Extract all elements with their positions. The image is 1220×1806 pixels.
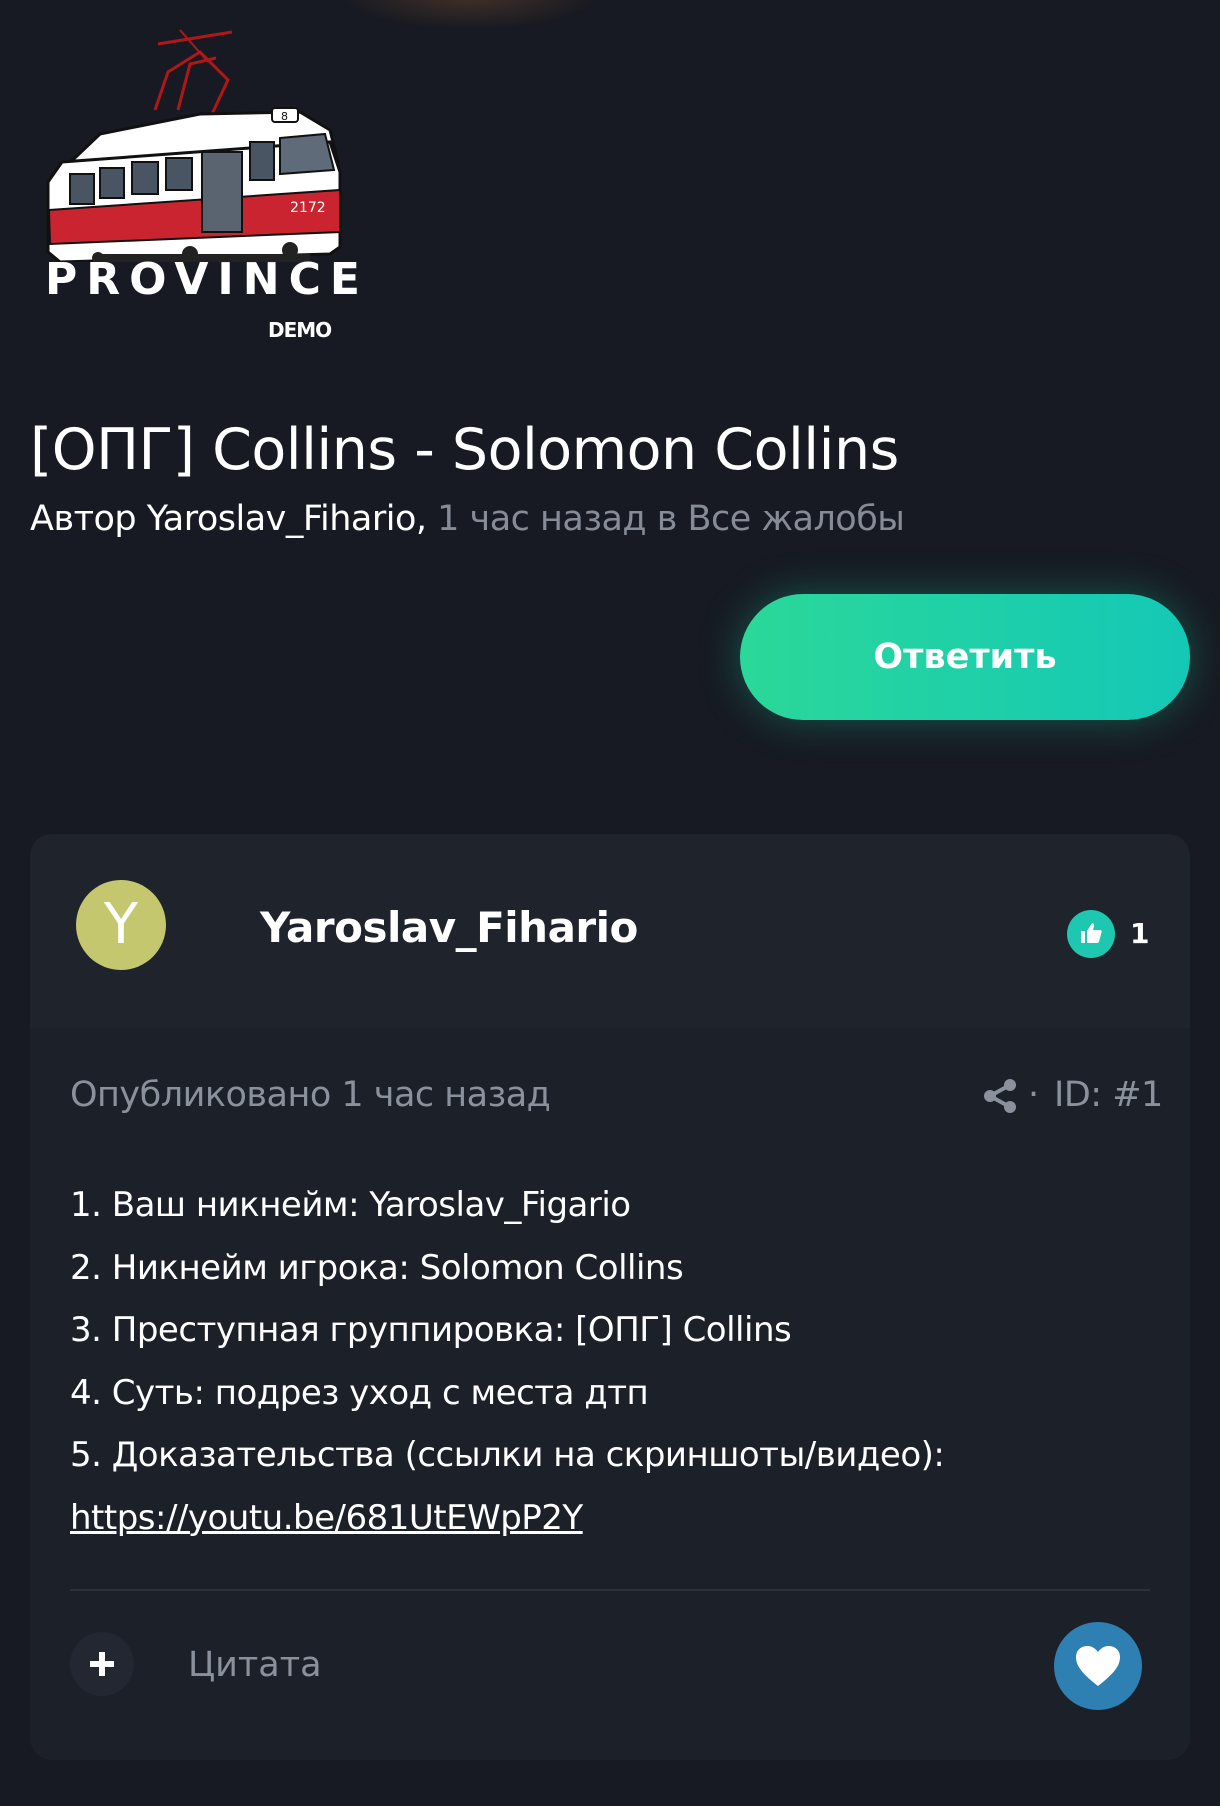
- post-line-group: 3. Преступная группировка: [ОПГ] Collins: [70, 1310, 792, 1350]
- reaction-count[interactable]: 1: [1130, 914, 1149, 954]
- author-prefix: Автор: [30, 499, 137, 539]
- share-icon[interactable]: [982, 1078, 1018, 1114]
- post-header: Y Yaroslav_Fihario 1: [30, 834, 1190, 1028]
- site-logo[interactable]: 8 2172 PROVINCE DEMO: [40, 22, 360, 342]
- heart-icon: [1076, 1646, 1120, 1686]
- post-username[interactable]: Yaroslav_Fihario: [260, 900, 638, 956]
- post-id-link[interactable]: ID: #1: [1054, 1070, 1163, 1120]
- forum-link[interactable]: Все жалобы: [688, 499, 905, 539]
- logo-subtitle: DEMO: [268, 318, 332, 342]
- quote-button[interactable]: Цитата: [188, 1640, 322, 1690]
- post-card: Y Yaroslav_Fihario 1 Опубликовано 1 час …: [30, 834, 1190, 1760]
- thumbs-up-icon: [1067, 910, 1115, 958]
- post-line-nickname: 1. Ваш никнейм: Yaroslav_Figario: [70, 1185, 631, 1225]
- thread-meta: Автор Yaroslav_Fihario, 1 час назад в Вс…: [30, 494, 905, 544]
- separator-dot: ·: [1028, 1075, 1040, 1115]
- thread-time: 1 час назад: [437, 499, 647, 539]
- logo-wordmark: PROVINCE: [45, 254, 369, 305]
- thread-in-word: в: [656, 499, 678, 539]
- thread-title: [ОПГ] Collins - Solomon Collins: [30, 417, 899, 483]
- avatar[interactable]: Y: [76, 880, 166, 970]
- route-number: 8: [281, 110, 288, 123]
- post-line-player: 2. Никнейм игрока: Solomon Collins: [70, 1247, 684, 1288]
- reply-button[interactable]: Ответить: [740, 594, 1190, 720]
- tram-number: 2172: [290, 200, 326, 216]
- post-published: Опубликовано 1 час назад: [70, 1075, 551, 1115]
- plus-icon[interactable]: [70, 1632, 134, 1696]
- like-button[interactable]: [1054, 1622, 1142, 1710]
- post-line-essence: 4. Суть: подрез уход с места дтп: [70, 1372, 649, 1413]
- post-footer-divider: [70, 1589, 1150, 1591]
- tram-illustration: 8 2172: [46, 29, 342, 262]
- evidence-link[interactable]: https://youtu.be/681UtEWpP2Y: [70, 1487, 1150, 1550]
- post-body: 1. Ваш никнейм: Yaroslav_Figario 2. Никн…: [70, 1174, 1150, 1549]
- author-link[interactable]: Yaroslav_Fihario,: [147, 499, 427, 539]
- top-glow-decoration: [340, 0, 600, 30]
- post-line-evidence: 5. Доказательства (ссылки на скриншоты/в…: [70, 1435, 945, 1475]
